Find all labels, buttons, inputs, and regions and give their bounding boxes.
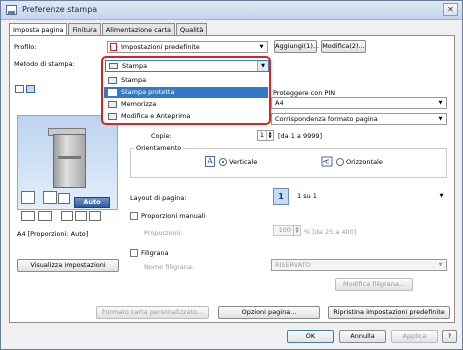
booklet-icon bbox=[21, 211, 35, 221]
chevron-down-icon[interactable]: ▼ bbox=[257, 61, 268, 71]
preview-status: A4 [Proporzioni: Auto] bbox=[17, 230, 89, 238]
orientation-label: Orientamento bbox=[134, 144, 184, 152]
scaling-spinner[interactable]: 100 ▲ ▼ bbox=[273, 225, 301, 236]
option-edit-preview[interactable]: Modifica e Anteprima bbox=[104, 111, 268, 122]
tab-finishing[interactable]: Finitura bbox=[68, 23, 101, 35]
option-store[interactable]: Memorizza bbox=[104, 99, 268, 110]
print-method-dropdown: Stampa ▼ Stampa Stampa protetta Memorizz… bbox=[101, 56, 271, 125]
landscape-icon: A bbox=[321, 156, 333, 167]
portrait-icon: A bbox=[205, 156, 215, 167]
output-size-select[interactable]: Corrispondenza formato pagina ▼ bbox=[271, 113, 447, 125]
copies-range: [da 1 a 9999] bbox=[278, 132, 323, 140]
view-mode-icon[interactable] bbox=[15, 85, 24, 93]
add-profile-button[interactable]: Aggiungi(1)... bbox=[274, 40, 319, 53]
restore-defaults-button[interactable]: Ripristina impostazioni predefinite bbox=[328, 306, 450, 319]
profile-value: Impostazioni predefinite bbox=[121, 43, 200, 51]
paper-small-icon bbox=[58, 193, 70, 204]
edit-preview-icon bbox=[108, 113, 117, 120]
auto-button[interactable]: Auto bbox=[74, 197, 110, 208]
watermark-checkbox[interactable] bbox=[130, 249, 138, 257]
scaling-range: % [da 25 a 400] bbox=[304, 228, 357, 236]
chevron-down-icon: ▼ bbox=[438, 262, 443, 268]
help-button[interactable]: ? bbox=[442, 330, 457, 343]
portrait-radio[interactable] bbox=[219, 158, 227, 166]
option-secured-print[interactable]: Stampa protetta bbox=[104, 87, 268, 98]
print-method-select[interactable]: Stampa ▼ bbox=[105, 60, 269, 72]
edit-layout-icon bbox=[38, 211, 52, 221]
edit-watermark-button[interactable]: Modifica filigrana... bbox=[335, 278, 413, 291]
custom-paper-size-button[interactable]: Formato carta personalizzato... bbox=[96, 306, 209, 319]
printer-app-icon bbox=[6, 5, 17, 15]
page-layout-select[interactable]: 1 su 1 ▼ bbox=[294, 191, 447, 203]
landscape-radio[interactable] bbox=[336, 158, 344, 166]
chevron-down-icon: ▼ bbox=[259, 44, 264, 50]
window-title: Preferenze stampa bbox=[22, 5, 98, 14]
scaling-value: 100 bbox=[278, 226, 291, 234]
copies-spinner[interactable]: 1 ▲ ▼ bbox=[257, 130, 274, 141]
tab-strip: Imposta pagina Finitura Alimentazione ca… bbox=[9, 23, 208, 36]
page-size-value: A4 bbox=[275, 99, 284, 107]
title-bar: Preferenze stampa ✕ bbox=[1, 1, 462, 20]
copies-value: 1 bbox=[259, 131, 264, 139]
option-print-label: Stampa bbox=[121, 76, 147, 84]
protect-with-pin-label: Proteggere con PIN bbox=[273, 89, 336, 97]
cancel-button[interactable]: Annulla bbox=[339, 330, 386, 343]
manual-scaling-label: Proporzioni manuali bbox=[141, 212, 206, 220]
printer-icon bbox=[109, 63, 118, 69]
chevron-down-icon: ▼ bbox=[438, 100, 443, 106]
printer-tray bbox=[58, 156, 81, 159]
printer-image bbox=[53, 134, 86, 188]
print-preferences-window: Preferenze stampa ✕ Imposta pagina Finit… bbox=[0, 0, 463, 350]
scaling-sub-label: Proporzioni: bbox=[144, 229, 183, 237]
page-options-button[interactable]: Opzioni pagina... bbox=[218, 306, 320, 319]
watermark-value: RISERVATO bbox=[275, 261, 311, 269]
page-size-select[interactable]: A4 ▼ bbox=[271, 97, 447, 109]
view-mode-alt-icon[interactable] bbox=[26, 85, 35, 93]
landscape-label: Orizzontale bbox=[346, 158, 383, 166]
watermark-label: Filigrana bbox=[141, 249, 169, 257]
page-layout-value: 1 su 1 bbox=[297, 192, 317, 200]
spin-arrows-icon[interactable]: ▲ ▼ bbox=[293, 226, 300, 235]
view-settings-button[interactable]: Visualizza impostazioni bbox=[17, 259, 119, 272]
staple-icon bbox=[61, 211, 73, 221]
store-icon bbox=[108, 101, 117, 108]
page-stack-icon bbox=[21, 191, 35, 204]
manual-scaling-checkbox[interactable] bbox=[130, 212, 138, 220]
chevron-down-icon: ▼ bbox=[439, 193, 444, 199]
watermark-select[interactable]: RISERVATO ▼ bbox=[271, 259, 447, 271]
tab-quality[interactable]: Qualità bbox=[176, 23, 208, 35]
tab-paper-source[interactable]: Alimentazione carta bbox=[101, 23, 175, 35]
option-secured-print-label: Stampa protetta bbox=[121, 88, 175, 96]
profile-select[interactable]: Impostazioni predefinite ▼ bbox=[107, 41, 268, 53]
portrait-label: Verticale bbox=[229, 158, 258, 166]
duplex-icon bbox=[75, 211, 87, 221]
paper-icon bbox=[43, 191, 57, 204]
chevron-down-icon: ▼ bbox=[438, 116, 443, 122]
profile-icon bbox=[110, 43, 117, 51]
option-print[interactable]: Stampa bbox=[104, 75, 268, 86]
printer-icon bbox=[108, 77, 117, 84]
output-size-value: Corrispondenza formato pagina bbox=[275, 115, 378, 123]
punch-icon bbox=[89, 211, 101, 221]
print-method-label: Metodo di stampa: bbox=[14, 60, 75, 68]
option-edit-preview-label: Modifica e Anteprima bbox=[121, 112, 191, 120]
lock-icon bbox=[108, 89, 117, 96]
orientation-group bbox=[130, 148, 447, 178]
profile-label: Profilo: bbox=[14, 43, 37, 51]
apply-button[interactable]: Applica bbox=[391, 330, 438, 343]
copies-label: Copie: bbox=[151, 132, 172, 140]
watermark-name-label: Nome filigrana: bbox=[144, 263, 195, 271]
spin-arrows-icon[interactable]: ▲ ▼ bbox=[266, 131, 273, 140]
edit-profile-button[interactable]: Modifica(2)... bbox=[321, 40, 366, 53]
page-layout-label: Layout di pagina: bbox=[130, 194, 187, 202]
option-store-label: Memorizza bbox=[121, 100, 157, 108]
close-button[interactable]: ✕ bbox=[443, 3, 458, 16]
ok-button[interactable]: OK bbox=[287, 330, 334, 343]
page-layout-icon: 1 bbox=[273, 188, 289, 205]
